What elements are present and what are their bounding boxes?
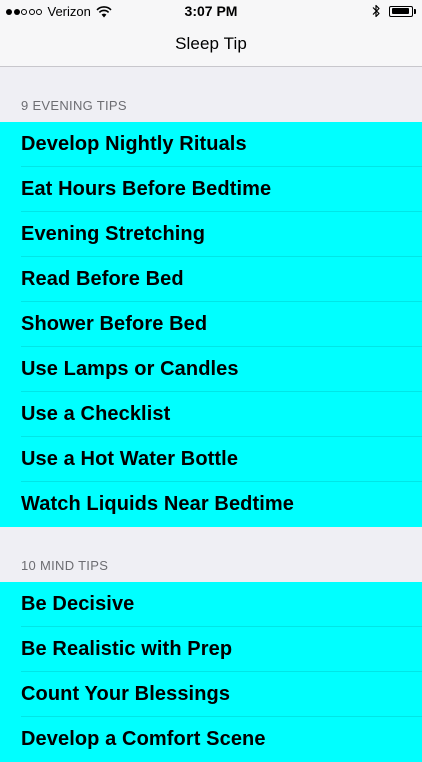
tips-table: 9 EVENING TIPS Develop Nightly Rituals E… <box>0 67 422 762</box>
list-item[interactable]: Be Realistic with Prep <box>0 627 422 672</box>
list-item-label: Develop a Comfort Scene <box>21 728 266 750</box>
battery-nub <box>414 8 416 14</box>
section-list-evening: Develop Nightly Rituals Eat Hours Before… <box>0 122 422 527</box>
list-item-label: Eat Hours Before Bedtime <box>21 178 272 200</box>
list-item[interactable]: Evening Stretching <box>0 212 422 257</box>
list-item[interactable]: Use Lamps or Candles <box>0 347 422 392</box>
list-item[interactable]: Develop a Comfort Scene <box>0 717 422 762</box>
list-item-label: Be Realistic with Prep <box>21 638 233 660</box>
status-bar: Verizon 3:07 PM <box>0 0 422 22</box>
list-item[interactable]: Use a Checklist <box>0 392 422 437</box>
list-item-label: Read Before Bed <box>21 268 184 290</box>
list-item-label: Be Decisive <box>21 593 135 615</box>
list-item-label: Use a Checklist <box>21 403 171 425</box>
page-title: Sleep Tip <box>175 34 247 53</box>
list-item[interactable]: Use a Hot Water Bottle <box>0 437 422 482</box>
list-item-label: Count Your Blessings <box>21 683 231 705</box>
section-header-label: 10 MIND TIPS <box>21 558 109 573</box>
list-item[interactable]: Read Before Bed <box>0 257 422 302</box>
list-item-label: Use Lamps or Candles <box>21 358 239 380</box>
status-right <box>371 4 416 18</box>
list-item-label: Shower Before Bed <box>21 313 208 335</box>
bluetooth-icon <box>372 4 380 18</box>
section-header-label: 9 EVENING TIPS <box>21 98 127 113</box>
section-header-mind: 10 MIND TIPS <box>0 527 422 582</box>
list-item-label: Use a Hot Water Bottle <box>21 448 239 470</box>
list-item[interactable]: Count Your Blessings <box>0 672 422 717</box>
section-header-evening: 9 EVENING TIPS <box>0 67 422 122</box>
list-item-label: Evening Stretching <box>21 223 206 245</box>
list-item[interactable]: Be Decisive <box>0 582 422 627</box>
list-item[interactable]: Develop Nightly Rituals <box>0 122 422 167</box>
navigation-bar: Sleep Tip <box>0 22 422 67</box>
battery-icon <box>389 5 413 17</box>
list-item-label: Watch Liquids Near Bedtime <box>21 493 295 515</box>
list-item[interactable]: Watch Liquids Near Bedtime <box>0 482 422 527</box>
list-item[interactable]: Eat Hours Before Bedtime <box>0 167 422 212</box>
list-item[interactable]: Shower Before Bed <box>0 302 422 347</box>
battery-fill <box>391 8 409 14</box>
list-item-label: Develop Nightly Rituals <box>21 133 247 155</box>
status-time: 3:07 PM <box>184 3 238 19</box>
section-list-mind: Be Decisive Be Realistic with Prep Count… <box>0 582 422 762</box>
